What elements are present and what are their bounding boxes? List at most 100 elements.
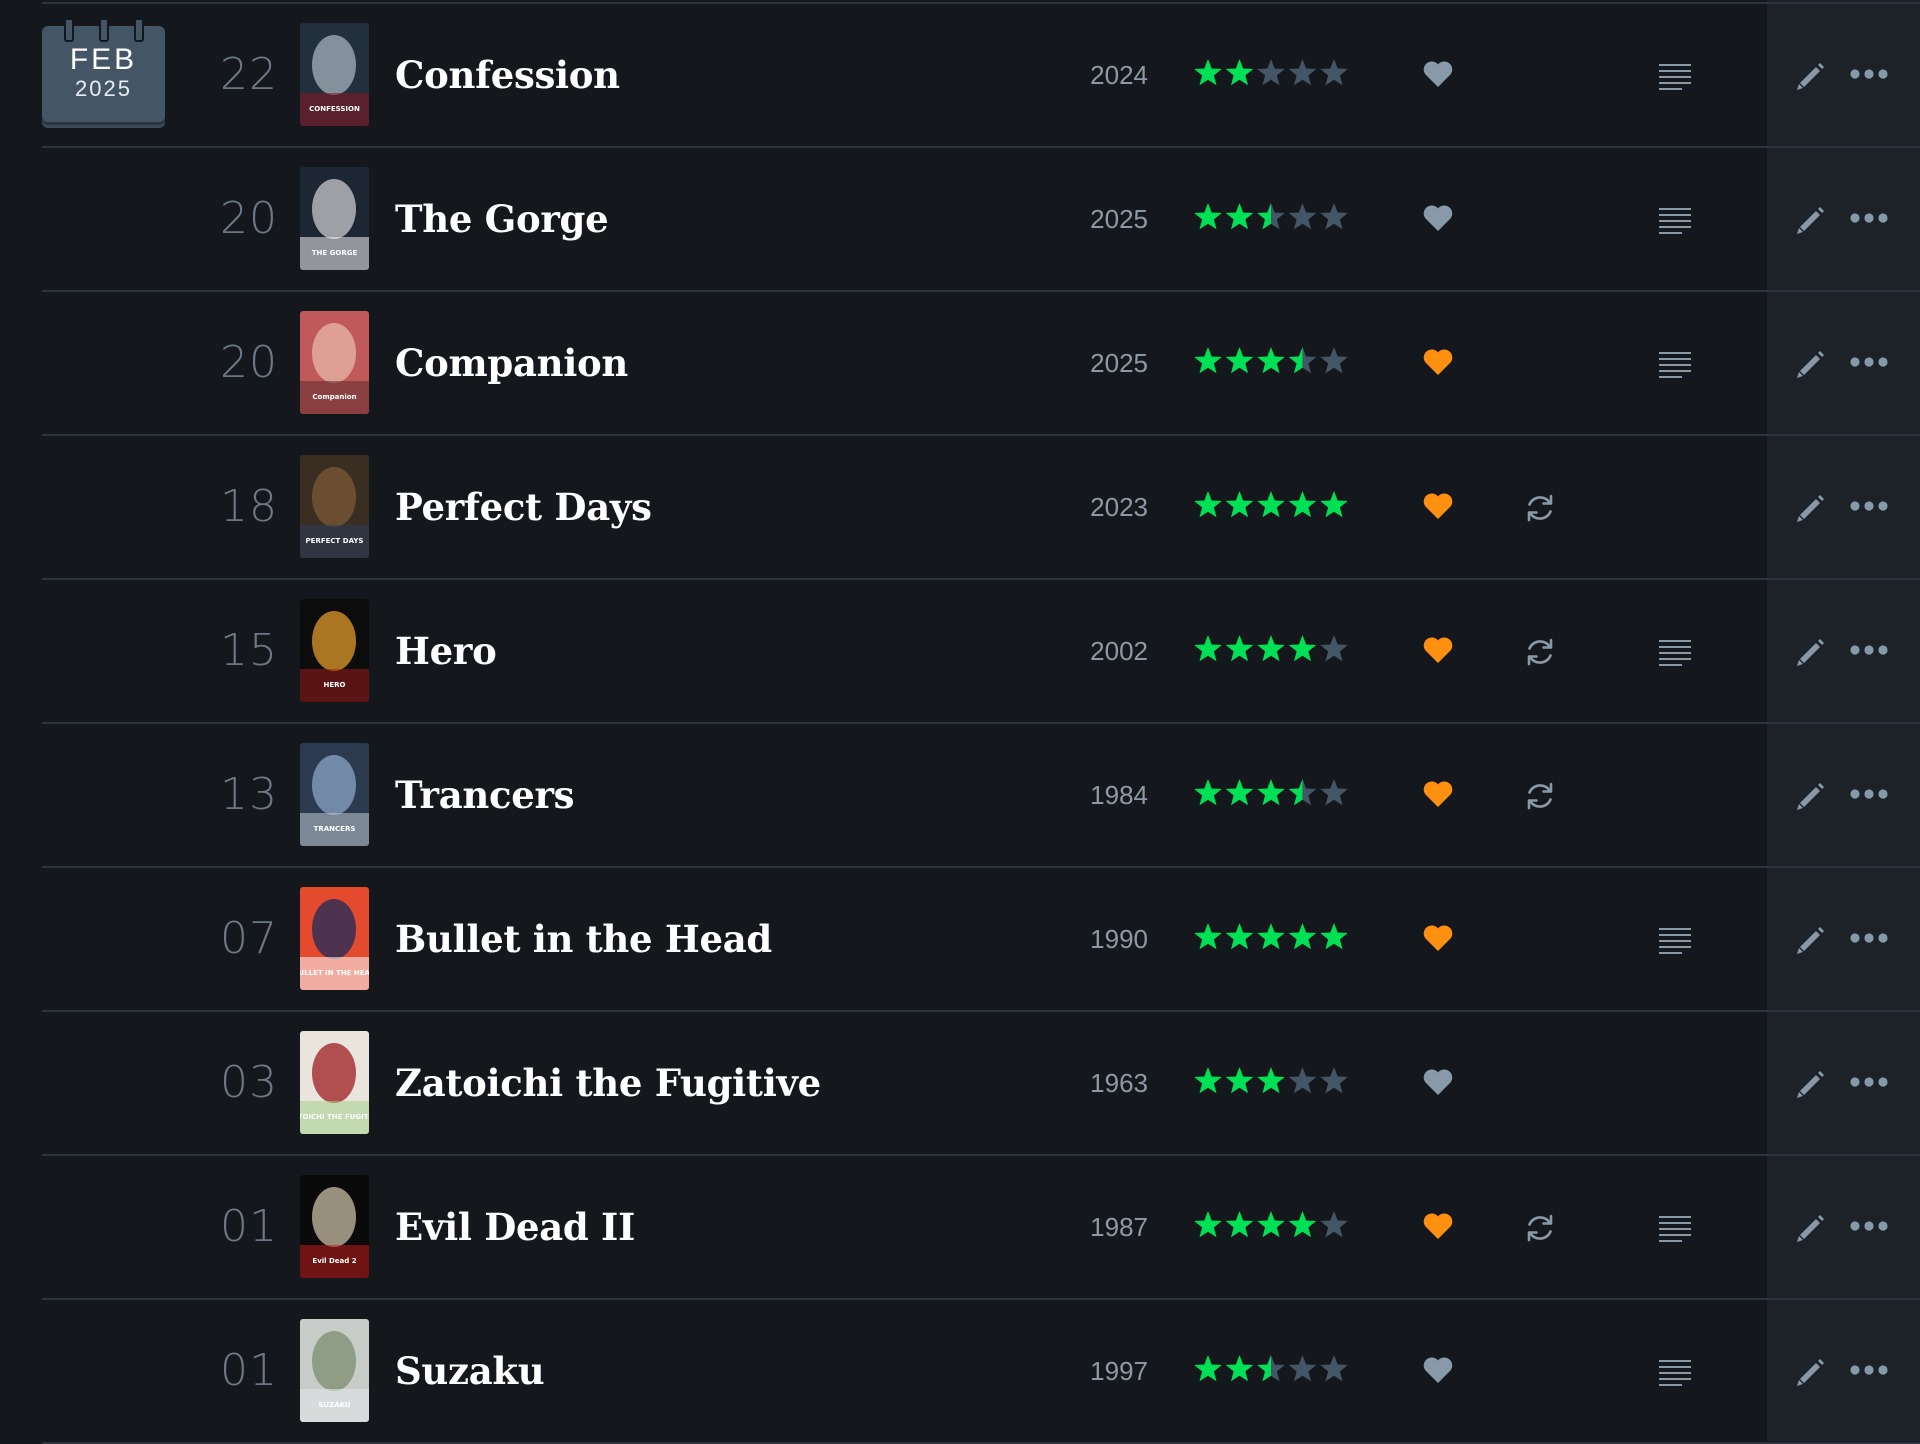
film-title-link[interactable]: Confession xyxy=(395,4,620,146)
more-options-icon[interactable] xyxy=(1849,66,1889,82)
release-year-link[interactable]: 2025 xyxy=(1060,292,1148,434)
heart-icon[interactable] xyxy=(1422,1067,1454,1097)
star-empty-icon xyxy=(1320,779,1348,806)
rewatch-icon[interactable] xyxy=(1523,635,1557,669)
review-icon[interactable] xyxy=(1658,1358,1692,1386)
edit-pencil-icon[interactable] xyxy=(1794,347,1828,381)
star-full-icon xyxy=(1225,1211,1254,1238)
film-poster[interactable]: Companion xyxy=(300,311,369,414)
star-empty-icon xyxy=(1288,1355,1317,1382)
day-link[interactable]: 01 xyxy=(200,1156,278,1298)
review-icon[interactable] xyxy=(1658,62,1692,90)
star-full-icon xyxy=(1320,923,1348,950)
heart-icon[interactable] xyxy=(1422,59,1454,89)
film-poster[interactable]: THE GORGE xyxy=(300,167,369,270)
release-year-link[interactable]: 2023 xyxy=(1060,436,1148,578)
review-icon[interactable] xyxy=(1658,1214,1692,1242)
day-link[interactable]: 15 xyxy=(200,580,278,722)
film-title-link[interactable]: Companion xyxy=(395,292,628,434)
edit-pencil-icon[interactable] xyxy=(1794,1211,1828,1245)
edit-pencil-icon[interactable] xyxy=(1794,1355,1828,1389)
star-empty-icon xyxy=(1320,1355,1348,1382)
heart-liked-icon[interactable] xyxy=(1422,491,1454,521)
film-title-link[interactable]: Perfect Days xyxy=(395,436,652,578)
edit-pencil-icon[interactable] xyxy=(1794,203,1828,237)
edit-pencil-icon[interactable] xyxy=(1794,923,1828,957)
diary-row: 03 ZATOICHI THE FUGITIVE Zatoichi the Fugi… xyxy=(0,1012,1920,1156)
diary-row: 15 HERO Hero 2002 xyxy=(0,580,1920,724)
film-poster[interactable]: SUZAKU xyxy=(300,1319,369,1422)
edit-pencil-icon[interactable] xyxy=(1794,491,1828,525)
more-options-icon[interactable] xyxy=(1849,1218,1889,1234)
rewatch-icon[interactable] xyxy=(1523,779,1557,813)
poster-text: BULLET IN THE HEAD xyxy=(300,969,369,977)
rewatch-icon[interactable] xyxy=(1523,491,1557,525)
more-options-icon[interactable] xyxy=(1849,786,1889,802)
edit-pencil-icon[interactable] xyxy=(1794,779,1828,813)
star-full-icon xyxy=(1194,203,1222,230)
release-year-link[interactable]: 1963 xyxy=(1060,1012,1148,1154)
film-poster[interactable]: BULLET IN THE HEAD xyxy=(300,887,369,990)
film-title-link[interactable]: Bullet in the Head xyxy=(395,868,772,1010)
review-icon[interactable] xyxy=(1658,638,1692,666)
day-link[interactable]: 03 xyxy=(200,1012,278,1154)
more-options-icon[interactable] xyxy=(1849,930,1889,946)
film-poster[interactable]: PERFECT DAYS xyxy=(300,455,369,558)
more-options-icon[interactable] xyxy=(1849,1074,1889,1090)
film-poster[interactable]: ZATOICHI THE FUGITIVE xyxy=(300,1031,369,1134)
film-poster[interactable]: TRANCERS xyxy=(300,743,369,846)
film-title-link[interactable]: Zatoichi the Fugitive xyxy=(395,1012,821,1154)
heart-liked-icon[interactable] xyxy=(1422,923,1454,953)
release-year-link[interactable]: 2024 xyxy=(1060,4,1148,146)
film-poster[interactable]: CONFESSION xyxy=(300,23,369,126)
heart-liked-icon[interactable] xyxy=(1422,635,1454,665)
heart-liked-icon[interactable] xyxy=(1422,779,1454,809)
edit-pencil-icon[interactable] xyxy=(1794,635,1828,669)
day-link[interactable]: 20 xyxy=(200,292,278,434)
day-link[interactable]: 13 xyxy=(200,724,278,866)
heart-liked-icon[interactable] xyxy=(1422,347,1454,377)
star-full-icon xyxy=(1225,491,1254,518)
day-link[interactable]: 01 xyxy=(200,1300,278,1442)
diary-row: 01 Evil Dead 2 Evil Dead II 1987 xyxy=(0,1156,1920,1300)
day-link[interactable]: 20 xyxy=(200,148,278,290)
film-title-link[interactable]: Trancers xyxy=(395,724,575,866)
film-poster[interactable]: Evil Dead 2 xyxy=(300,1175,369,1278)
release-year-link[interactable]: 1984 xyxy=(1060,724,1148,866)
film-poster[interactable]: HERO xyxy=(300,599,369,702)
more-options-icon[interactable] xyxy=(1849,498,1889,514)
release-year-link[interactable]: 1990 xyxy=(1060,868,1148,1010)
more-options-icon[interactable] xyxy=(1849,1362,1889,1378)
heart-icon[interactable] xyxy=(1422,1355,1454,1385)
edit-pencil-icon[interactable] xyxy=(1794,59,1828,93)
more-options-icon[interactable] xyxy=(1849,642,1889,658)
star-empty-icon xyxy=(1288,1067,1317,1094)
more-options-icon[interactable] xyxy=(1849,354,1889,370)
heart-icon[interactable] xyxy=(1422,203,1454,233)
release-year-link[interactable]: 2002 xyxy=(1060,580,1148,722)
heart-liked-icon[interactable] xyxy=(1422,1211,1454,1241)
release-year-link[interactable]: 2025 xyxy=(1060,148,1148,290)
diary-row: 20 Companion Companion 2025 xyxy=(0,292,1920,436)
day-link[interactable]: 18 xyxy=(200,436,278,578)
poster-text: CONFESSION xyxy=(309,105,360,113)
review-icon[interactable] xyxy=(1658,926,1692,954)
star-full-icon xyxy=(1257,1211,1285,1238)
diary-row: 07 BULLET IN THE HEAD Bullet in the Head 19… xyxy=(0,868,1920,1012)
more-options-icon[interactable] xyxy=(1849,210,1889,226)
rewatch-icon[interactable] xyxy=(1523,1211,1557,1245)
film-title-link[interactable]: Suzaku xyxy=(395,1300,545,1442)
star-rating xyxy=(1193,777,1353,809)
star-rating xyxy=(1193,201,1353,233)
day-link[interactable]: 22 xyxy=(200,4,278,146)
film-title-link[interactable]: Hero xyxy=(395,580,497,722)
film-title-link[interactable]: Evil Dead II xyxy=(395,1156,635,1298)
review-icon[interactable] xyxy=(1658,206,1692,234)
release-year-link[interactable]: 1997 xyxy=(1060,1300,1148,1442)
star-full-icon xyxy=(1288,635,1317,662)
film-title-link[interactable]: The Gorge xyxy=(395,148,609,290)
review-icon[interactable] xyxy=(1658,350,1692,378)
day-link[interactable]: 07 xyxy=(200,868,278,1010)
release-year-link[interactable]: 1987 xyxy=(1060,1156,1148,1298)
edit-pencil-icon[interactable] xyxy=(1794,1067,1828,1101)
